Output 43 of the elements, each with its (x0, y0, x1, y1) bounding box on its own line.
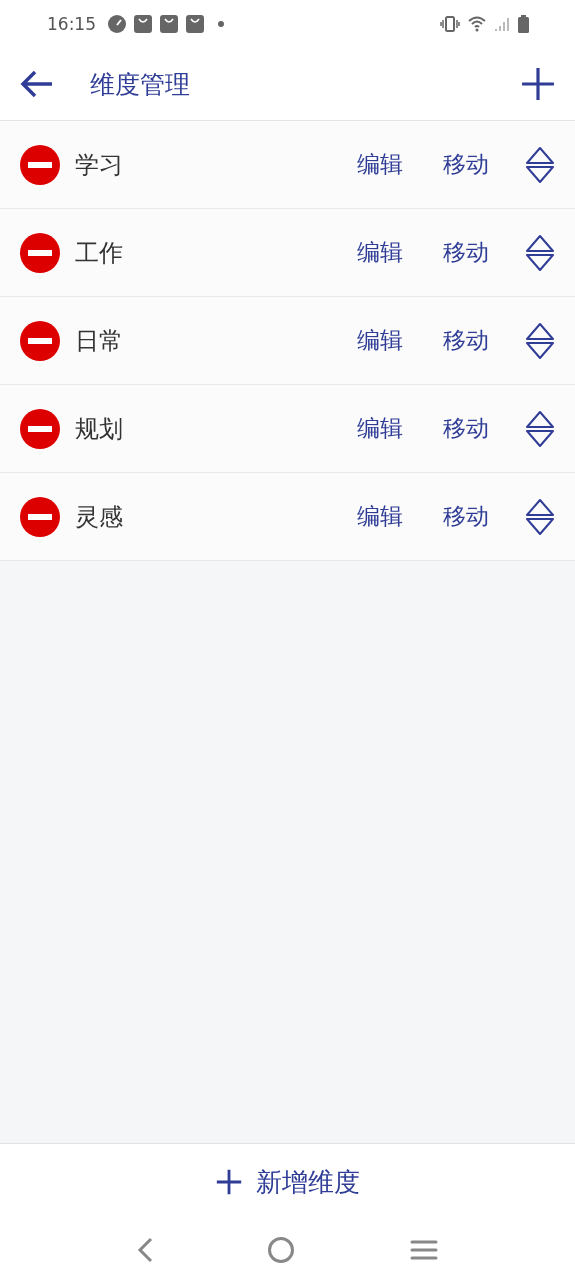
move-link[interactable]: 移动 (443, 413, 489, 444)
reorder-handle[interactable] (525, 497, 555, 536)
move-link[interactable]: 移动 (443, 149, 489, 180)
shopping-bag-icon (160, 15, 178, 33)
edit-link[interactable]: 编辑 (357, 501, 403, 532)
wifi-icon (468, 16, 486, 32)
edit-link[interactable]: 编辑 (357, 413, 403, 444)
plus-icon (215, 1169, 242, 1195)
home-nav-button[interactable] (267, 1236, 296, 1264)
add-dimension-button[interactable]: 新增维度 (215, 1160, 360, 1204)
dimension-name: 规划 (75, 413, 123, 445)
gauge-icon (108, 15, 126, 33)
move-link[interactable]: 移动 (443, 237, 489, 268)
delete-button[interactable] (20, 408, 60, 449)
dimension-name: 工作 (75, 237, 123, 269)
delete-button[interactable] (20, 144, 60, 185)
dimension-name: 日常 (75, 325, 123, 357)
dimension-name: 学习 (75, 149, 123, 181)
vibrate-icon (440, 16, 460, 32)
reorder-handle[interactable] (525, 321, 555, 360)
back-nav-button[interactable] (137, 1237, 154, 1263)
edit-link[interactable]: 编辑 (357, 325, 403, 356)
delete-button[interactable] (20, 496, 60, 537)
dot-icon (218, 21, 224, 27)
signal-icon (494, 16, 510, 32)
move-link[interactable]: 移动 (443, 501, 489, 532)
delete-button[interactable] (20, 320, 60, 361)
reorder-handle[interactable] (525, 233, 555, 272)
shopping-bag-icon (186, 15, 204, 33)
edit-link[interactable]: 编辑 (357, 149, 403, 180)
add-button[interactable] (521, 67, 555, 101)
delete-button[interactable] (20, 232, 60, 273)
dimension-name: 灵感 (75, 501, 123, 533)
back-button[interactable] (20, 70, 54, 98)
page-title: 维度管理 (90, 68, 190, 101)
edit-link[interactable]: 编辑 (357, 237, 403, 268)
shopping-bag-icon (134, 15, 152, 33)
menu-nav-button[interactable] (409, 1239, 438, 1261)
reorder-handle[interactable] (525, 145, 555, 184)
battery-icon (518, 15, 529, 33)
move-link[interactable]: 移动 (443, 325, 489, 356)
reorder-handle[interactable] (525, 409, 555, 448)
status-time: 16:15 (47, 14, 96, 34)
